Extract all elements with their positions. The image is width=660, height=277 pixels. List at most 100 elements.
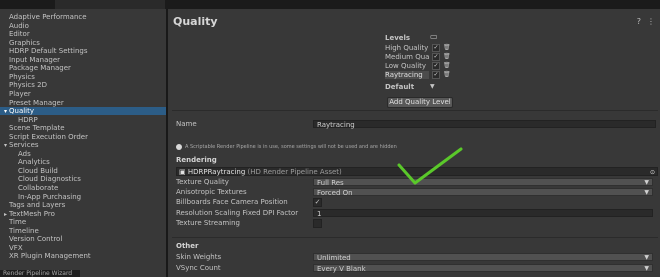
sidebar-item[interactable]: Player: [0, 90, 175, 98]
property-checkbox[interactable]: ✓: [313, 198, 322, 208]
header-icons: ? ⋮: [631, 17, 655, 26]
property-field[interactable]: 1: [313, 208, 653, 218]
sidebar-item-label: Audio: [9, 21, 29, 30]
page-title: Quality: [173, 15, 218, 28]
sidebar-item-label: Cloud Build: [18, 166, 58, 175]
quality-level-name: Low Quality: [385, 62, 427, 70]
sidebar-item[interactable]: Package Manager: [0, 64, 175, 72]
property-checkbox[interactable]: [313, 218, 322, 228]
property-label: Anisotropic Textures: [176, 188, 247, 197]
property-dropdown[interactable]: Forced On ▼: [313, 188, 653, 197]
property-row: VSync Count Every V Blank ▼: [176, 263, 656, 273]
sidebar-item-label: In-App Purchasing: [18, 192, 82, 201]
sidebar-item-label: VFX: [9, 243, 23, 252]
property-label: Billboards Face Camera Position: [176, 198, 288, 207]
info-text: A Scriptable Render Pipeline is in use, …: [185, 144, 397, 150]
sidebar-item[interactable]: ▾ Quality: [0, 107, 168, 116]
sidebar-item-label: Services: [9, 141, 39, 150]
sidebar-item[interactable]: ▸ TextMesh Pro: [0, 210, 168, 218]
property-label: Texture Streaming: [176, 218, 241, 227]
sidebar-item[interactable]: HDRP: [0, 116, 184, 124]
level-checkbox[interactable]: ✓: [432, 53, 440, 61]
quality-level-row[interactable]: High Quality ✓ 🗑: [385, 44, 475, 52]
add-quality-level-button[interactable]: Add Quality Level: [387, 97, 453, 108]
sidebar-item[interactable]: Version Control: [0, 235, 175, 243]
sidebar-item[interactable]: Ads: [0, 150, 184, 158]
sidebar-item[interactable]: Scene Template: [0, 124, 175, 132]
sidebar-item[interactable]: Preset Manager: [0, 99, 175, 107]
sidebar-item[interactable]: In-App Purchasing: [0, 193, 184, 201]
property-dropdown[interactable]: Every V Blank ▼: [313, 263, 653, 273]
sidebar-item[interactable]: Cloud Build: [0, 167, 184, 175]
sidebar-item-label: Preset Manager: [9, 98, 64, 107]
property-value: 1: [317, 209, 322, 218]
sidebar-item[interactable]: Time: [0, 218, 175, 226]
sidebar-item[interactable]: Adaptive Performance: [0, 13, 175, 21]
settings-sidebar: Adaptive Performance Audio Editor Graphics H…: [0, 9, 168, 277]
default-label: Default: [385, 83, 415, 91]
trash-icon[interactable]: 🗑: [443, 62, 451, 70]
object-picker-icon[interactable]: ⊙: [650, 168, 655, 177]
level-checkbox[interactable]: ✓: [432, 71, 440, 79]
help-icon[interactable]: ?: [637, 17, 641, 26]
quality-panel: Quality ? ⋮ Levels ▭ High Quality ✓ 🗑 Medium…: [168, 9, 660, 277]
quality-level-row[interactable]: Low Quality ✓ 🗑: [385, 62, 475, 70]
rendering-section-header: Rendering: [176, 156, 217, 164]
property-row: Skin Weights Unlimited ▼: [176, 253, 656, 262]
level-checkbox[interactable]: ✓: [432, 44, 440, 52]
property-value: Every V Blank: [317, 264, 366, 273]
quality-level-row[interactable]: Medium Quali✓ 🗑: [385, 53, 475, 61]
trash-icon[interactable]: 🗑: [443, 71, 451, 79]
sidebar-item-label: Player: [9, 89, 31, 98]
property-dropdown[interactable]: Unlimited ▼: [313, 253, 653, 262]
sidebar-item-label: Input Manager: [9, 55, 61, 64]
sidebar-item[interactable]: Collaborate: [0, 184, 184, 192]
property-row: Anisotropic Textures Forced On ▼: [176, 188, 656, 197]
name-row: Name Raytracing: [176, 120, 656, 129]
sidebar-item[interactable]: Physics 2D: [0, 81, 175, 89]
dropdown-arrow-icon: ▼: [644, 264, 649, 272]
settings-icon[interactable]: ⋮: [647, 17, 655, 26]
sidebar-item-label: Editor: [9, 30, 30, 39]
render-pipeline-wizard-tab[interactable]: Render Pipeline Wizard: [0, 270, 80, 277]
sidebar-item-label: Package Manager: [9, 64, 71, 73]
default-row: Default ▼: [385, 83, 435, 91]
sidebar-item-label: Script Execution Order: [9, 132, 88, 141]
sidebar-item[interactable]: VFX: [0, 244, 175, 252]
sidebar-item[interactable]: HDRP Default Settings: [0, 47, 175, 55]
sidebar-item[interactable]: Physics: [0, 73, 175, 81]
sidebar-item-label: XR Plugin Management: [9, 252, 91, 261]
default-dropdown-icon[interactable]: ▼: [430, 83, 435, 90]
name-field[interactable]: Raytracing: [313, 120, 656, 129]
level-checkbox[interactable]: ✓: [432, 62, 440, 70]
sidebar-item[interactable]: Input Manager: [0, 56, 175, 64]
sidebar-item[interactable]: Audio: [0, 22, 175, 30]
divider: [172, 237, 658, 238]
monitor-icon: ▭: [430, 32, 438, 41]
property-row: Resolution Scaling Fixed DPI Factor 1: [176, 208, 656, 218]
sidebar-item[interactable]: Graphics: [0, 39, 175, 47]
sidebar-item[interactable]: Analytics: [0, 158, 184, 166]
sidebar-item-label: Timeline: [9, 226, 39, 235]
window-tab[interactable]: [55, 0, 165, 9]
sidebar-item-label: Ads: [18, 149, 31, 158]
sidebar-item[interactable]: Cloud Diagnostics: [0, 175, 184, 183]
quality-level-name: Raytracing: [385, 71, 429, 79]
sidebar-item-label: Scene Template: [9, 124, 65, 133]
sidebar-item[interactable]: Timeline: [0, 227, 175, 235]
sidebar-item-label: Collaborate: [18, 184, 59, 192]
sidebar-item[interactable]: Editor: [0, 30, 175, 38]
sidebar-item[interactable]: Tags and Layers: [0, 201, 175, 209]
property-row: Texture Streaming: [176, 218, 656, 228]
sidebar-item[interactable]: XR Plugin Management: [0, 252, 175, 260]
sidebar-item-label: Tags and Layers: [9, 201, 66, 210]
sidebar-item[interactable]: Script Execution Order: [0, 133, 175, 141]
asset-icon: ▣: [179, 168, 188, 176]
sidebar-item-label: Physics 2D: [9, 81, 47, 90]
trash-icon[interactable]: 🗑: [443, 44, 451, 52]
property-dropdown[interactable]: Full Res ▼: [313, 178, 653, 187]
sidebar-item-label: Cloud Diagnostics: [18, 175, 81, 184]
trash-icon[interactable]: 🗑: [443, 53, 451, 61]
sidebar-item[interactable]: ▾ Services: [0, 141, 168, 149]
quality-level-row[interactable]: Raytracing ✓ 🗑: [385, 71, 475, 79]
